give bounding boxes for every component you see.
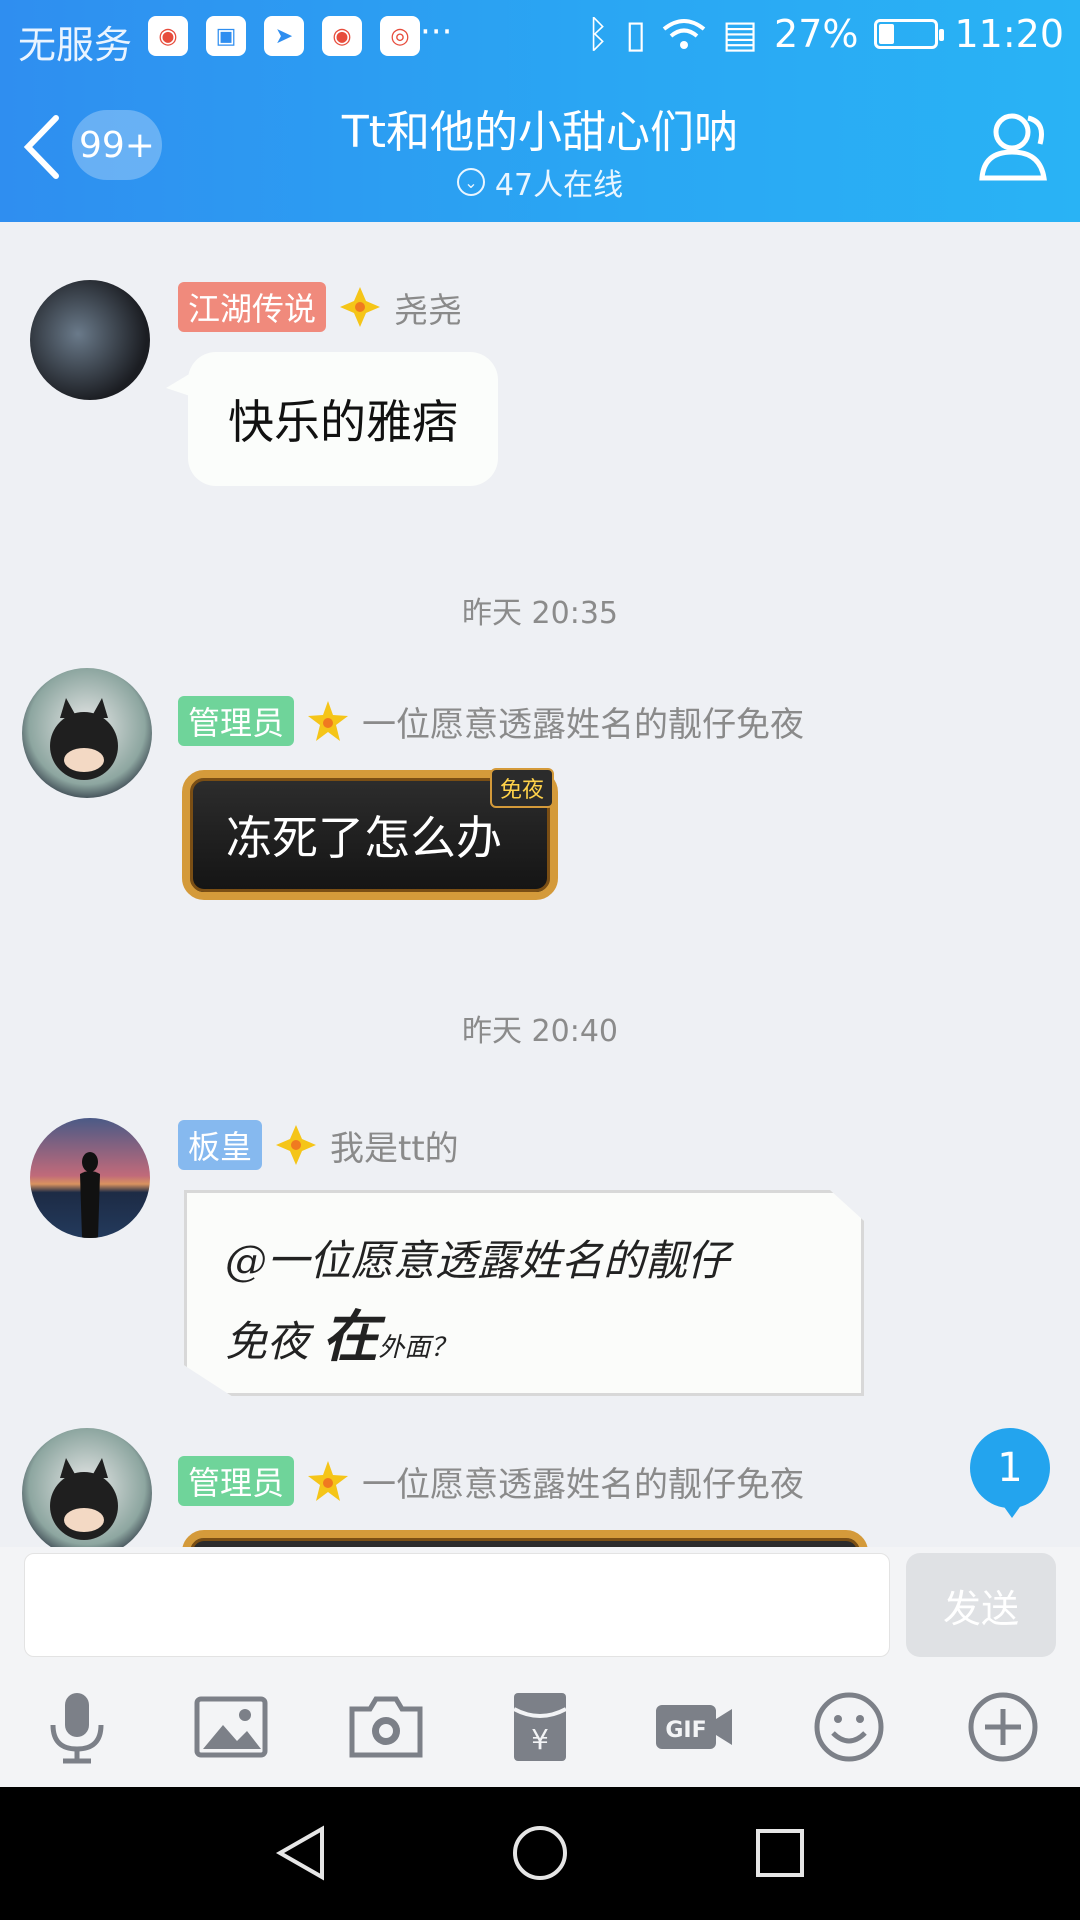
online-count-label: 47人在线 (494, 168, 624, 203)
message-input[interactable] (24, 1553, 890, 1657)
chat-list[interactable]: 江湖传说 尧尧 快乐的雅痞 昨天 20:35 管理员 一位愿意透露姓名的靓仔免夜… (0, 222, 1080, 1547)
netease-icon: ◎ (380, 16, 420, 56)
level-star-icon (340, 287, 381, 327)
level-star-icon (276, 1125, 317, 1165)
svg-text:GIF: GIF (666, 1718, 707, 1743)
member-title-badge: 江湖传说 (178, 282, 327, 332)
avatar[interactable] (22, 668, 152, 798)
avatar[interactable] (30, 280, 150, 400)
image-icon[interactable] (191, 1687, 271, 1767)
clock: 11:20 (954, 12, 1064, 56)
sender-name[interactable]: 尧尧 (394, 283, 462, 332)
gallery-icon: ▣ (206, 16, 246, 56)
level-star-icon (308, 1461, 349, 1501)
weibo-icon-2: ◉ (322, 16, 362, 56)
composer-toolbar: ¥ GIF (0, 1677, 1080, 1777)
silhouette-avatar-icon (80, 1152, 100, 1238)
sender-info: 江湖传说 尧尧 (178, 282, 462, 332)
carrier-label: 无服务 (18, 23, 133, 67)
more-notifications-icon: ··· (420, 12, 453, 52)
message-text-emphasis: 在 (322, 1304, 379, 1370)
red-packet-icon[interactable]: ¥ (500, 1687, 580, 1767)
gif-icon[interactable]: GIF (654, 1687, 734, 1767)
message-text-line1: @一位愿意透露姓名的靓仔 (225, 1236, 730, 1285)
nav-recents-icon[interactable] (750, 1823, 810, 1883)
batman-avatar-icon (50, 698, 118, 780)
battery-fill (879, 24, 895, 44)
avatar[interactable] (22, 1428, 152, 1547)
top-bar: 无服务 ◉ ▣ ➤ ◉ ◎ ··· ᛒ ▯ ▤ 27% 11:20 99+ Tt… (0, 0, 1080, 222)
sim-icon: ▤ (722, 12, 759, 56)
emoji-icon[interactable] (809, 1687, 889, 1767)
timestamp: 昨天 20:40 (462, 1014, 618, 1049)
composer: 发送 ¥ GIF (0, 1547, 1080, 1787)
online-count[interactable]: ⌄ 47人在线 (0, 160, 1080, 204)
battery-icon (874, 19, 945, 49)
status-bar: 无服务 ◉ ▣ ➤ ◉ ◎ ··· ᛒ ▯ ▤ 27% 11:20 (0, 0, 1080, 72)
telegram-icon: ➤ (264, 16, 304, 56)
message-text-part: 免夜 (225, 1317, 323, 1366)
member-title-badge: 板皇 (178, 1120, 263, 1170)
notification-icons: ◉ ▣ ➤ ◉ ◎ (148, 16, 420, 56)
message-bubble[interactable]: 快乐的雅痞 (166, 352, 498, 486)
new-message-badge[interactable]: 1 (970, 1428, 1050, 1518)
message-text: 冻死了怎么办 (226, 811, 502, 865)
sender-name[interactable]: 一位愿意透露姓名的靓仔免夜 (362, 1457, 804, 1506)
wifi-icon (662, 19, 706, 49)
camera-icon[interactable] (346, 1687, 426, 1767)
group-members-icon[interactable] (974, 108, 1054, 184)
bubble-badge: 免夜 (489, 768, 554, 808)
message-text-line2: 免夜 在外面？ (225, 1299, 823, 1386)
system-nav-bar (0, 1787, 1080, 1920)
svg-text:¥: ¥ (531, 1723, 549, 1756)
chevron-down-icon: ⌄ (456, 168, 485, 196)
message-text: 快乐的雅痞 (228, 395, 458, 449)
member-title-badge: 管理员 (178, 1456, 295, 1506)
message-text-part: 外面？ (378, 1333, 457, 1363)
sender-info: 管理员 一位愿意透露姓名的靓仔免夜 (178, 696, 804, 746)
plus-icon[interactable] (963, 1687, 1043, 1767)
level-star-icon (308, 701, 349, 741)
bluetooth-icon: ᛒ (586, 12, 610, 56)
vibrate-icon: ▯ (625, 12, 647, 56)
avatar[interactable] (30, 1118, 150, 1238)
weibo-icon: ◉ (148, 16, 188, 56)
group-title[interactable]: Tt和他的小甜心们呐 (0, 96, 1080, 160)
sender-name[interactable]: 一位愿意透露姓名的靓仔免夜 (362, 697, 804, 746)
message-bubble[interactable]: 冻死了怎么办 免夜 (182, 768, 558, 900)
nav-back-icon[interactable] (272, 1823, 332, 1883)
sender-info: 管理员 一位愿意透露姓名的靓仔免夜 (178, 1456, 804, 1506)
batman-avatar-icon (50, 1458, 118, 1540)
system-status: ᛒ ▯ ▤ 27% 11:20 (586, 12, 1064, 56)
member-title-badge: 管理员 (178, 696, 295, 746)
sender-name[interactable]: 我是tt的 (330, 1121, 459, 1170)
timestamp: 昨天 20:35 (462, 596, 618, 631)
sender-info: 板皇 我是tt的 (178, 1120, 459, 1170)
send-button[interactable]: 发送 (906, 1553, 1056, 1657)
message-bubble[interactable] (182, 1530, 868, 1547)
microphone-icon[interactable] (37, 1687, 117, 1767)
nav-home-icon[interactable] (510, 1823, 570, 1883)
message-bubble[interactable]: @一位愿意透露姓名的靓仔 免夜 在外面？ (184, 1190, 864, 1396)
battery-percent: 27% (774, 12, 859, 56)
